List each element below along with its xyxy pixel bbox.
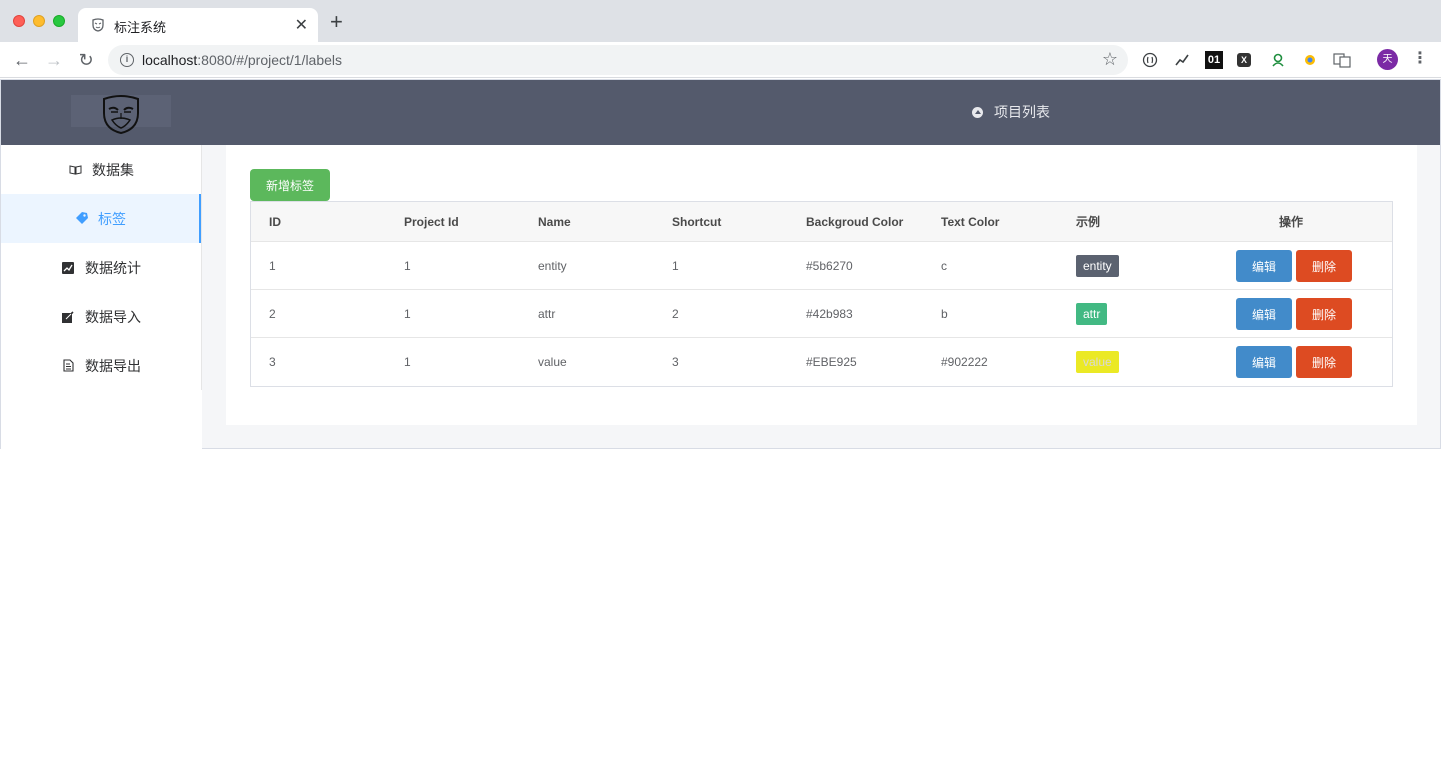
- sample-tag: value: [1076, 351, 1119, 373]
- edit-button[interactable]: 编辑: [1236, 250, 1292, 282]
- profile-avatar[interactable]: 天: [1377, 49, 1398, 70]
- tab-title: 标注系统: [114, 20, 167, 35]
- cell-project-id: 1: [404, 258, 411, 273]
- mask-favicon-icon: [92, 18, 104, 32]
- browser-menu-icon[interactable]: ⋮: [1412, 48, 1428, 68]
- maximize-window-button[interactable]: [53, 15, 65, 27]
- sidebar-item-label: 标签: [98, 210, 126, 227]
- book-icon: [68, 163, 82, 177]
- table-row: 2 1 attr 2 #42b983 b attr 编辑 删除: [251, 290, 1392, 338]
- edit-icon: [61, 310, 75, 324]
- mask-logo-icon: [103, 95, 139, 135]
- cell-text-color: b: [941, 306, 948, 321]
- main-content: 新增标签 ID Project Id Name Shortcut Backgro…: [226, 145, 1417, 425]
- logo[interactable]: [71, 95, 171, 135]
- file-icon: [61, 359, 75, 373]
- delete-button[interactable]: 删除: [1296, 298, 1352, 330]
- extension-icon[interactable]: [1141, 51, 1159, 69]
- cell-project-id: 1: [404, 306, 411, 321]
- column-header: Backgroud Color: [806, 214, 904, 229]
- sidebar-item-export[interactable]: 数据导出: [1, 341, 201, 390]
- table-header-row: ID Project Id Name Shortcut Backgroud Co…: [251, 202, 1392, 242]
- column-header: 示例: [1076, 215, 1101, 229]
- sidebar-footer: [1, 390, 202, 449]
- browser-tab[interactable]: 标注系统 ✕: [78, 8, 318, 42]
- cell-project-id: 1: [404, 355, 411, 369]
- column-header: 操作: [1278, 215, 1303, 229]
- delete-button[interactable]: 删除: [1296, 346, 1352, 378]
- sidebar-item-labels[interactable]: 标签: [1, 194, 201, 243]
- column-header: Shortcut: [672, 214, 722, 229]
- sample-tag: entity: [1076, 254, 1119, 277]
- reload-icon[interactable]: ↻: [74, 48, 98, 72]
- sidebar-item-label: 数据统计: [85, 259, 141, 276]
- bookmark-star-icon[interactable]: ☆: [1102, 49, 1118, 70]
- sidebar-item-dataset[interactable]: 数据集: [1, 145, 201, 194]
- extension-icon[interactable]: [1173, 51, 1191, 69]
- sample-tag: attr: [1076, 302, 1108, 325]
- app-window: 项目列表 数据集 标签 数据统计 数据导入 数据导出 新增标签 ID Proje…: [0, 79, 1441, 449]
- column-header: Project Id: [404, 214, 459, 229]
- new-tab-button[interactable]: +: [330, 11, 343, 33]
- cell-id: 2: [269, 306, 276, 321]
- cell-name: attr: [538, 306, 556, 321]
- project-list-link[interactable]: 项目列表: [972, 102, 1050, 122]
- table-row: 1 1 entity 1 #5b6270 c entity 编辑 删除: [251, 242, 1392, 290]
- table-row: 3 1 value 3 #EBE925 #902222 value 编辑 删除: [251, 338, 1392, 386]
- sidebar: 数据集 标签 数据统计 数据导入 数据导出: [1, 145, 202, 390]
- cell-id: 3: [269, 355, 276, 369]
- minimize-window-button[interactable]: [33, 15, 45, 27]
- add-label-button[interactable]: 新增标签: [250, 169, 330, 201]
- cell-bg-color: #5b6270: [806, 258, 853, 273]
- cell-shortcut: 2: [672, 306, 679, 321]
- extension-icon[interactable]: [1301, 51, 1319, 69]
- column-header: ID: [269, 214, 281, 229]
- sidebar-item-import[interactable]: 数据导入: [1, 292, 201, 341]
- column-header: Text Color: [941, 214, 1000, 229]
- cell-sample: entity: [1076, 242, 1119, 289]
- chart-icon: [61, 261, 75, 275]
- back-icon[interactable]: ←: [10, 48, 34, 72]
- extension-icon[interactable]: 01: [1205, 51, 1223, 69]
- browser-toolbar: ← → ↻ i localhost:8080/#/project/1/label…: [0, 42, 1441, 78]
- browser-tabstrip: 标注系统 ✕ +: [0, 0, 1441, 42]
- cell-shortcut: 1: [672, 258, 679, 273]
- delete-button[interactable]: 删除: [1296, 250, 1352, 282]
- cell-text-color: c: [941, 258, 947, 273]
- extension-icon[interactable]: [1269, 51, 1287, 69]
- cell-sample: attr: [1076, 290, 1108, 337]
- sidebar-item-label: 数据导出: [85, 357, 141, 374]
- arrow-circle-icon: [972, 106, 983, 118]
- sidebar-item-label: 数据集: [92, 161, 134, 178]
- labels-table: ID Project Id Name Shortcut Backgroud Co…: [250, 201, 1393, 387]
- cell-bg-color: #42b983: [806, 306, 853, 321]
- cell-bg-color: #EBE925: [806, 355, 857, 369]
- cell-text-color: #902222: [941, 355, 988, 369]
- sidebar-item-label: 数据导入: [85, 308, 141, 325]
- forward-icon[interactable]: →: [42, 48, 66, 72]
- translate-icon[interactable]: [1333, 51, 1351, 69]
- extension-icon[interactable]: X: [1237, 53, 1251, 67]
- tag-icon: [74, 212, 88, 226]
- column-header: Name: [538, 214, 571, 229]
- close-window-button[interactable]: [13, 15, 25, 27]
- cell-name: value: [538, 355, 567, 369]
- url-text[interactable]: localhost:8080/#/project/1/labels: [142, 52, 342, 68]
- edit-button[interactable]: 编辑: [1236, 298, 1292, 330]
- address-bar[interactable]: i localhost:8080/#/project/1/labels ☆: [108, 45, 1128, 75]
- edit-button[interactable]: 编辑: [1236, 346, 1292, 378]
- app-header: 项目列表: [1, 80, 1440, 145]
- site-info-icon[interactable]: i: [120, 53, 134, 67]
- cell-sample: value: [1076, 338, 1119, 386]
- sidebar-item-statistics[interactable]: 数据统计: [1, 243, 201, 292]
- cell-id: 1: [269, 258, 276, 273]
- project-list-label: 项目列表: [994, 104, 1050, 120]
- cell-name: entity: [538, 258, 567, 273]
- tab-close-icon[interactable]: ✕: [295, 15, 308, 35]
- cell-shortcut: 3: [672, 355, 679, 369]
